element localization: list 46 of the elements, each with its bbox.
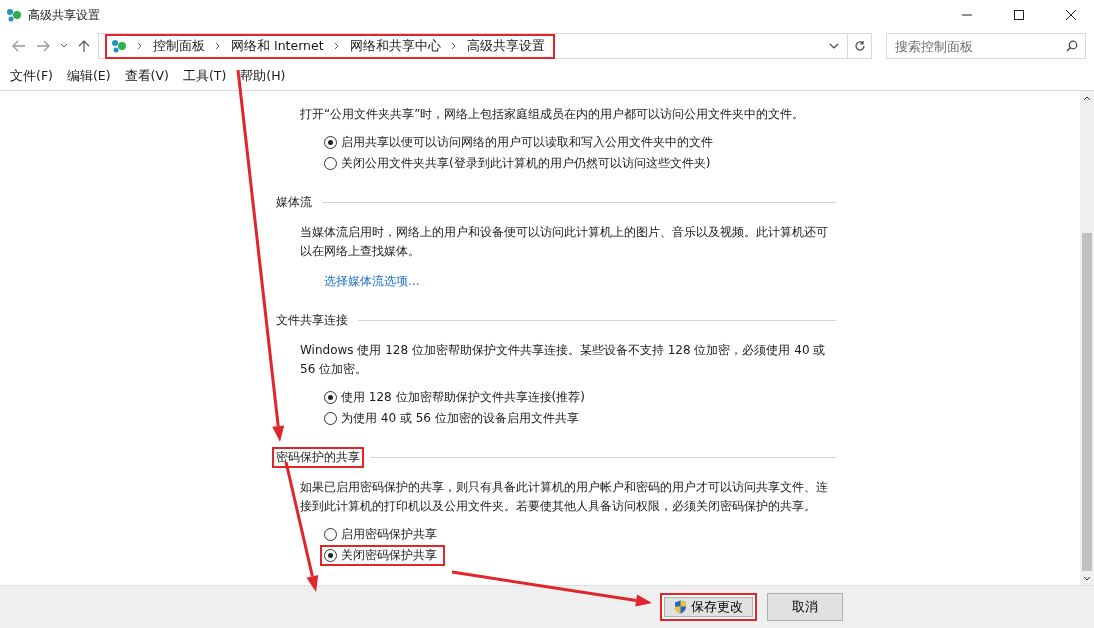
up-chevron-icon[interactable] <box>1083 95 1091 101</box>
chevron-icon <box>137 42 143 50</box>
chevron-icon <box>215 42 221 50</box>
breadcrumb-item[interactable]: 网络和共享中心 <box>349 37 441 55</box>
chevron-icon <box>333 42 340 50</box>
menu-item[interactable]: 编辑(E) <box>66 67 111 85</box>
breadcrumb-item[interactable]: 网络和 Internet <box>231 37 324 55</box>
menu-item[interactable]: 帮助(H) <box>240 67 286 85</box>
network-icon <box>6 8 22 22</box>
scrollbar-thumb[interactable] <box>1082 233 1092 571</box>
cancel-button[interactable]: 取消 <box>767 593 843 621</box>
radio-option[interactable]: 关闭公用文件夹共享(登录到此计算机的用户仍然可以访问这些文件夹) <box>320 153 719 174</box>
network-icon <box>111 39 127 53</box>
save-button[interactable]: 保存更改 <box>660 593 757 621</box>
address-bar[interactable]: 控制面板 网络和 Internet 网络和共享中心 高级共享设置 <box>98 33 872 59</box>
refresh-icon[interactable] <box>853 40 866 52</box>
description-text: 打开“公用文件夹共享”时，网络上包括家庭组成员在内的用户都可以访问公用文件夹中的文件。 <box>300 106 806 123</box>
menu-item[interactable]: 查看(V) <box>124 67 169 85</box>
close-icon[interactable] <box>1066 10 1076 20</box>
search-icon[interactable] <box>1066 40 1078 52</box>
forward-arrow-icon[interactable] <box>34 38 52 54</box>
description-text: 如果已启用密码保护的共享，则只有具备此计算机的用户帐户和密码的用户才可以访问共享文件、连接到此计算机的打印机以及公用文件夹。若要使其他人具备访问权限，必须关闭密码保护的共享。 <box>300 479 829 515</box>
breadcrumb-item[interactable]: 控制面板 <box>153 37 205 55</box>
window-title: 高级共享设置 <box>28 6 101 24</box>
shield-icon <box>674 600 687 614</box>
chevron-icon <box>450 42 457 50</box>
radio-option[interactable]: 关闭密码保护共享 <box>320 545 445 566</box>
section-heading: 媒体流 <box>275 194 313 211</box>
breadcrumb-item[interactable]: 高级共享设置 <box>466 37 545 55</box>
maximize-icon[interactable] <box>1014 10 1024 20</box>
scrollbar[interactable] <box>1080 91 1094 585</box>
section-heading: 密码保护的共享 <box>272 447 364 468</box>
radio-option[interactable]: 启用密码保护共享 <box>320 524 445 545</box>
radio-option[interactable]: 为使用 40 或 56 位加密的设备启用文件共享 <box>320 408 587 429</box>
section-heading: 文件共享连接 <box>275 312 349 329</box>
description-text: Windows 使用 128 位加密帮助保护文件共享连接。某些设备不支持 128 位加密，必须使用 40 或 56 位加密。 <box>300 342 827 378</box>
back-arrow-icon[interactable] <box>10 38 28 54</box>
radio-option[interactable]: 启用共享以便可以访问网络的用户可以读取和写入公用文件夹中的文件 <box>320 132 721 153</box>
menu-item[interactable]: 工具(T) <box>182 67 227 85</box>
menu-item[interactable]: 文件(F) <box>10 67 53 85</box>
radio-option[interactable]: 使用 128 位加密帮助保护文件共享连接(推荐) <box>320 387 593 408</box>
caret-icon[interactable] <box>829 43 839 49</box>
description-text: 当媒体流启用时，网络上的用户和设备便可以访问此计算机上的图片、音乐以及视频。此计算机还可以在网络上查找媒体。 <box>300 224 829 260</box>
search-field[interactable]: 搜索控制面板 <box>886 33 1086 59</box>
options-link[interactable]: 选择媒体流选项... <box>324 273 420 290</box>
down-chevron-icon[interactable] <box>1083 575 1091 581</box>
